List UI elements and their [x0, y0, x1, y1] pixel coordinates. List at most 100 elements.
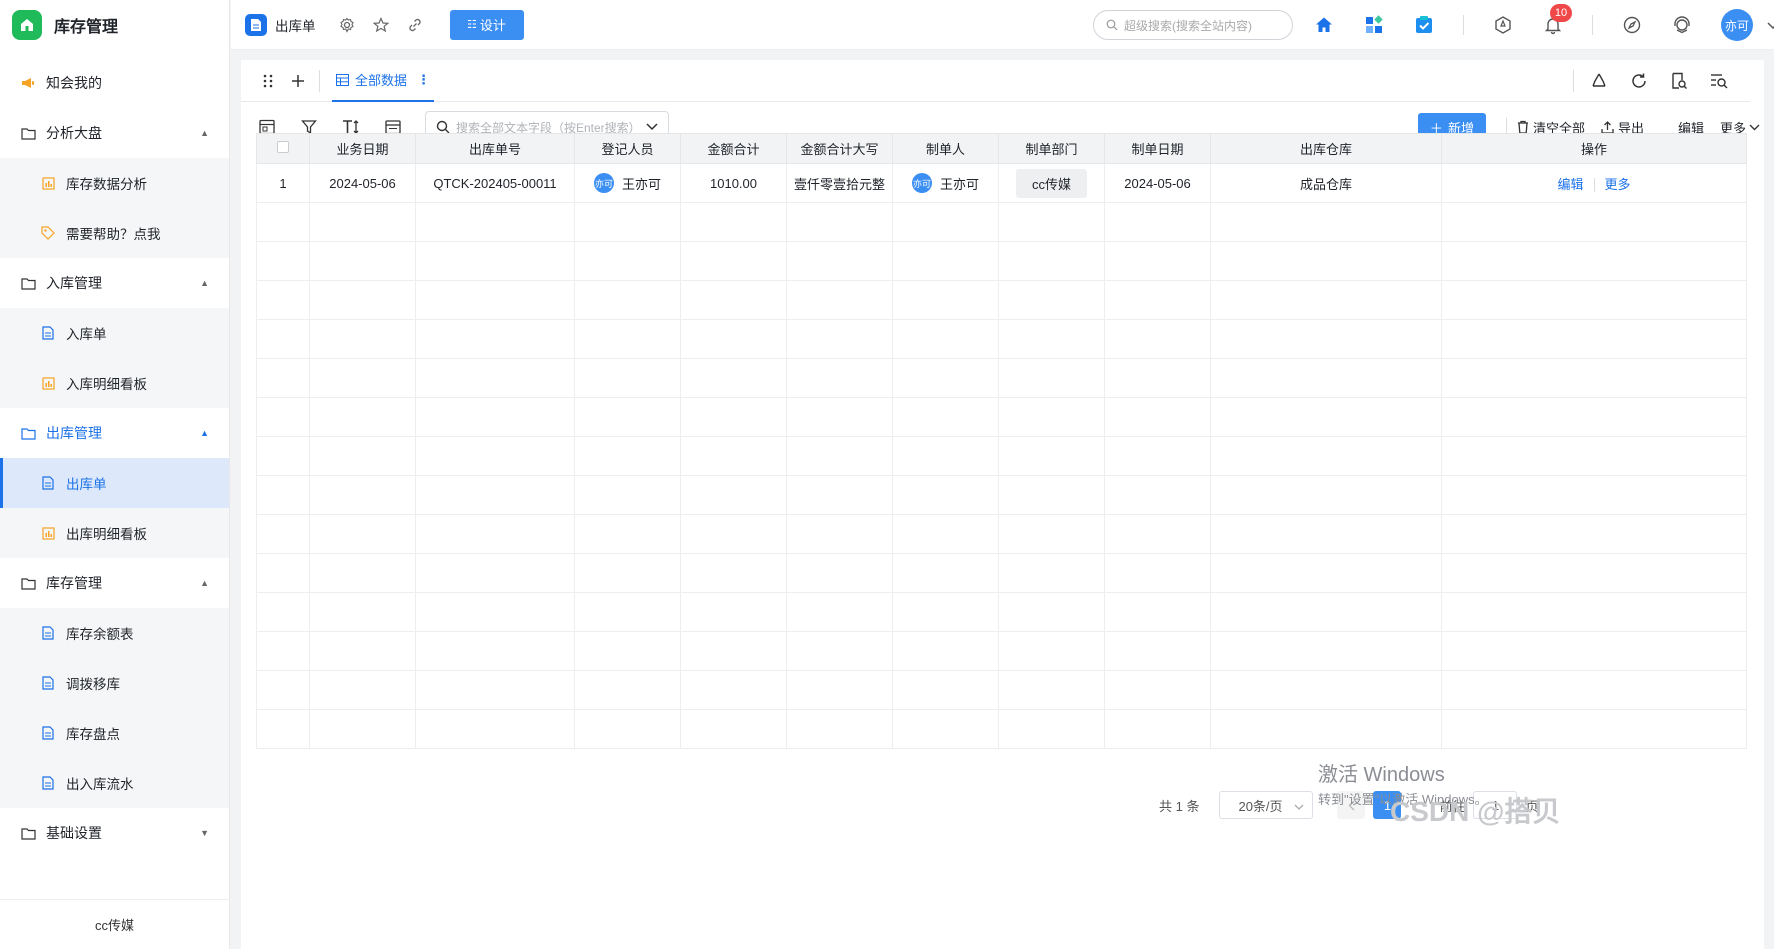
nav-item-inbound-order[interactable]: 入库单	[0, 308, 229, 358]
nav-item-label: 库存余额表	[66, 627, 134, 642]
chevron-down-icon[interactable]	[646, 120, 658, 134]
recycle-icon[interactable]	[1590, 72, 1608, 90]
divider	[1463, 15, 1464, 35]
user-avatar[interactable]: 亦可	[1721, 9, 1753, 41]
chevron-down-icon	[1749, 124, 1760, 130]
tag-icon	[40, 225, 56, 241]
nav-item-help[interactable]: 需要帮助？点我	[0, 208, 229, 258]
nav-item-label: 库存数据分析	[66, 177, 147, 192]
folder-icon	[20, 125, 36, 141]
page-size-select[interactable]: 20条/页	[1219, 791, 1314, 819]
page-doc-icon	[245, 13, 267, 36]
nav-group-header[interactable]: 分析大盘 ▲	[0, 108, 229, 158]
gear-icon[interactable]	[338, 16, 356, 34]
view-bar: 全部数据 ⋮	[241, 60, 1750, 102]
row-edit-link[interactable]: 编辑	[1557, 177, 1583, 192]
document-icon	[40, 325, 56, 341]
design-label: 设计	[479, 18, 506, 33]
data-table: 业务日期 出库单号 登记人员 金额合计 金额合计大写 制单人 制单部门 制单日期…	[256, 133, 1747, 749]
column-header[interactable]: 出库单号	[415, 133, 575, 164]
nav-item-inbound-board[interactable]: 入库明细看板	[0, 358, 229, 408]
row-more-link[interactable]: 更多	[1605, 177, 1631, 192]
column-header[interactable]: 制单人	[892, 133, 999, 164]
nav-item-stock-analysis[interactable]: 库存数据分析	[0, 158, 229, 208]
apps-icon[interactable]	[1363, 14, 1385, 36]
nav-group-header[interactable]: 入库管理 ▲	[0, 258, 229, 308]
csdn-watermark: CSDN @搭贝	[1390, 796, 1561, 827]
design-button[interactable]: ☷ 设计	[449, 9, 524, 40]
column-header[interactable]: 制单日期	[1104, 133, 1211, 164]
column-header[interactable]: 出库仓库	[1210, 133, 1442, 164]
link-icon[interactable]	[406, 16, 424, 34]
refresh-icon[interactable]	[1630, 72, 1648, 90]
table-row[interactable]: 1 2024-05-06 QTCK-202405-00011 亦可 王亦可 101…	[256, 163, 1747, 203]
divider	[1593, 178, 1595, 193]
empty-row	[256, 358, 1747, 398]
select-all-cell[interactable]	[256, 133, 310, 164]
nav-item-notify-me[interactable]: 知会我的	[0, 58, 229, 108]
document-icon	[40, 475, 56, 491]
column-header[interactable]: 登记人员	[574, 133, 681, 164]
empty-row	[256, 631, 1747, 671]
select-all-checkbox[interactable]	[277, 141, 289, 153]
task-check-icon[interactable]	[1413, 14, 1435, 36]
nav-item-flow[interactable]: 出入库流水	[0, 758, 229, 808]
empty-row	[256, 202, 1747, 242]
department-tag: cc传媒	[1015, 168, 1087, 198]
doc-search-icon[interactable]	[1670, 72, 1688, 90]
hexagon-icon[interactable]	[1492, 14, 1514, 36]
home-icon[interactable]	[1313, 14, 1335, 36]
avatar: 亦可	[911, 173, 932, 193]
nav-item-label: 需要帮助？点我	[66, 227, 161, 242]
nav-group-header[interactable]: 出库管理 ▲	[0, 408, 229, 458]
list-search-icon[interactable]	[1710, 72, 1728, 90]
notification-badge: 10	[1550, 4, 1572, 22]
star-icon[interactable]	[372, 16, 390, 34]
nav-item-outbound-board[interactable]: 出库明细看板	[0, 508, 229, 558]
cell-amount-upper: 壹仟零壹拾元整	[786, 163, 893, 203]
plus-icon[interactable]	[289, 72, 307, 90]
nav-group-header[interactable]: 库存管理 ▲	[0, 558, 229, 608]
cell-create-date: 2024-05-06	[1104, 163, 1211, 203]
nav-group-header[interactable]: 基础设置 ▼	[0, 808, 229, 858]
more-vertical-icon[interactable]: ⋮	[417, 72, 430, 88]
megaphone-icon	[20, 75, 36, 91]
cell-business-date: 2024-05-06	[309, 163, 416, 203]
column-header[interactable]: 业务日期	[309, 133, 416, 164]
sidebar-footer[interactable]: cc传媒	[0, 899, 229, 949]
global-search-input[interactable]: 超级搜索(搜索全站内容)	[1093, 10, 1293, 40]
nav-item-label: 调拨移库	[66, 677, 120, 692]
document-icon	[40, 725, 56, 741]
empty-row	[256, 475, 1747, 515]
bell-icon[interactable]: 10	[1542, 4, 1572, 36]
column-header[interactable]: 金额合计大写	[786, 133, 893, 164]
support-agent-icon[interactable]	[1671, 14, 1693, 36]
nav-item-stocktake[interactable]: 库存盘点	[0, 708, 229, 758]
nav-item-outbound-order[interactable]: 出库单	[0, 458, 229, 508]
nav-item-label: 库存盘点	[66, 727, 120, 742]
global-search-placeholder: 超级搜索(搜索全站内容)	[1124, 18, 1252, 33]
drag-grid-icon[interactable]	[259, 72, 277, 90]
column-header[interactable]: 制单部门	[998, 133, 1105, 164]
folder-icon	[20, 575, 36, 591]
dashboard-icon	[40, 375, 56, 391]
nav-group-label: 出库管理	[46, 425, 102, 441]
nav-item-transfer[interactable]: 调拨移库	[0, 658, 229, 708]
nav-item-balance[interactable]: 库存余额表	[0, 608, 229, 658]
cell-amount: 1010.00	[680, 163, 787, 203]
cell-order-number: QTCK-202405-00011	[415, 163, 575, 203]
total-count: 共 1 条	[1159, 798, 1200, 814]
caret-up-icon: ▲	[200, 578, 209, 588]
topbar: 出库单 ☷ 设计 超级搜索(搜索全站内容) 10 亦可	[231, 0, 1774, 50]
document-icon	[40, 625, 56, 641]
folder-icon	[20, 825, 36, 841]
empty-row	[256, 241, 1747, 281]
tab-all-data[interactable]: 全部数据 ⋮	[332, 60, 435, 102]
column-header[interactable]: 金额合计	[680, 133, 787, 164]
divider	[319, 69, 320, 92]
compass-icon[interactable]	[1621, 14, 1643, 36]
dashboard-icon	[40, 525, 56, 541]
view-bar-actions	[1573, 60, 1750, 102]
nav-group-label: 入库管理	[46, 275, 102, 291]
chevron-down-icon[interactable]	[1767, 18, 1774, 33]
